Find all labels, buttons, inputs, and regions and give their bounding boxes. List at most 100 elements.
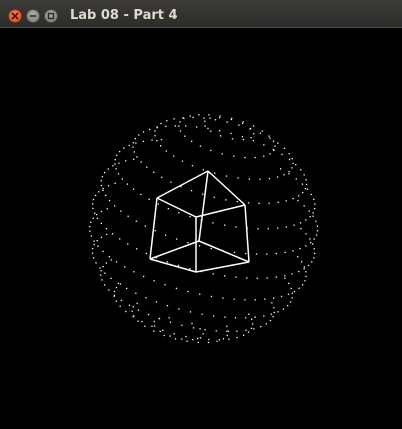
sphere-dot [312, 215, 314, 217]
sphere-dot [297, 256, 299, 258]
sphere-dot [213, 196, 215, 198]
cube-edge [198, 240, 250, 263]
sphere-dot [300, 228, 302, 230]
sphere-dot [273, 297, 275, 299]
sphere-dot [212, 273, 214, 275]
sphere-dot [165, 125, 167, 128]
sphere-dot [283, 174, 285, 176]
sphere-dot [184, 135, 186, 137]
sphere-dot [230, 132, 232, 135]
sphere-dot [244, 299, 246, 301]
sphere-dot [110, 259, 112, 261]
sphere-dot [104, 171, 106, 174]
sphere-dot [292, 162, 294, 165]
sphere-dot [166, 305, 169, 307]
sphere-dot [220, 135, 222, 137]
sphere-dot [117, 282, 119, 285]
sphere-dot [104, 272, 106, 274]
sphere-dot [131, 310, 133, 312]
sphere-dot [144, 225, 146, 227]
maximize-button[interactable] [44, 9, 58, 23]
sphere-dot [124, 266, 126, 268]
sphere-dot [208, 338, 210, 341]
sphere-dot [277, 311, 279, 313]
sphere-dot [298, 270, 300, 273]
sphere-dot [215, 330, 217, 332]
sphere-dot [177, 264, 180, 267]
sphere-dot [178, 125, 180, 127]
sphere-dot [312, 243, 314, 245]
sphere-dot [250, 327, 253, 329]
sphere-dot [133, 271, 135, 273]
sphere-dot [102, 187, 104, 190]
sphere-dot [166, 261, 168, 263]
sphere-dot [309, 216, 311, 218]
sphere-dot [288, 171, 290, 173]
sphere-dot [313, 238, 315, 240]
sphere-dot [291, 292, 293, 294]
sphere-dot [137, 309, 140, 311]
sphere-dot [140, 193, 142, 196]
sphere-dot [245, 252, 247, 255]
minimize-button[interactable] [26, 9, 40, 23]
sphere-dot [265, 323, 267, 325]
sphere-dot [310, 242, 312, 244]
sphere-dot [255, 253, 258, 255]
sphere-dot [219, 115, 221, 117]
sphere-dot [254, 316, 256, 318]
sphere-dot [136, 156, 138, 158]
sphere-dot [102, 266, 104, 268]
sphere-dot [305, 233, 307, 235]
sphere-dot [303, 268, 305, 270]
sphere-dot [313, 198, 315, 200]
sphere-dot [162, 329, 164, 331]
sphere-dot [115, 300, 117, 302]
sphere-dot [277, 201, 279, 203]
sphere-dot [204, 329, 206, 331]
sphere-dot [247, 202, 250, 204]
sphere-dot [185, 335, 187, 338]
sphere-dot [306, 188, 309, 190]
sphere-dot [315, 220, 317, 222]
sphere-dot [102, 250, 104, 253]
close-button[interactable] [8, 9, 22, 23]
sphere-dot [97, 245, 99, 247]
sphere-dot [190, 190, 193, 192]
sphere-dot [305, 271, 307, 273]
sphere-dot [316, 225, 318, 227]
sphere-dot [259, 132, 262, 134]
sphere-dot [197, 337, 199, 340]
sphere-dot [137, 320, 139, 322]
titlebar[interactable]: Lab 08 - Part 4 [0, 0, 402, 28]
sphere-dot [210, 130, 212, 132]
render-canvas[interactable] [0, 28, 402, 429]
sphere-dot [92, 203, 94, 205]
sphere-dot [263, 144, 265, 146]
sphere-dot [307, 264, 310, 267]
sphere-dot [231, 138, 234, 140]
sphere-dot [227, 330, 230, 332]
sphere-dot [272, 140, 275, 142]
sphere-dot [132, 188, 135, 190]
sphere-dot [280, 295, 283, 298]
sphere-dot [154, 130, 156, 132]
sphere-dot [291, 158, 293, 160]
cube-edge [198, 170, 209, 242]
sphere-dot [288, 282, 290, 285]
sphere-dot [114, 205, 116, 207]
sphere-dot [158, 318, 160, 320]
sphere-dot [100, 180, 102, 182]
cube-edge [149, 258, 197, 273]
sphere-dot [132, 146, 134, 148]
sphere-dot [264, 298, 266, 300]
sphere-dot [92, 257, 95, 259]
sphere-dot [202, 333, 204, 335]
sphere-dot [145, 252, 147, 255]
sphere-dot [314, 208, 316, 210]
sphere-dot [173, 333, 175, 335]
sphere-dot [204, 120, 206, 122]
sphere-dot [165, 234, 167, 236]
sphere-dot [189, 115, 191, 117]
sphere-dot [153, 320, 155, 323]
sphere-dot [96, 217, 99, 219]
